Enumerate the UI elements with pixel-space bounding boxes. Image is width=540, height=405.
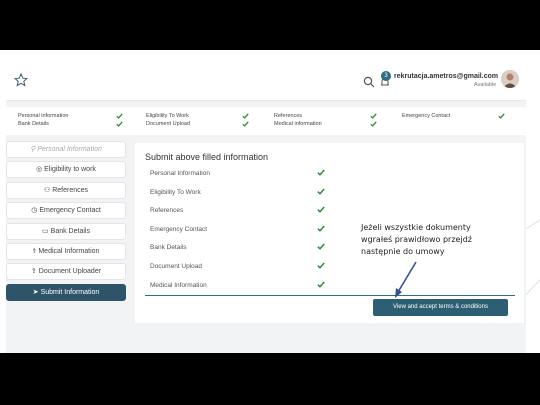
completion-summary: Personal information Bank Details Eligibil…	[6, 107, 526, 135]
check-icon	[317, 206, 325, 214]
nav-item[interactable]: ◷ Emergency Contact	[6, 202, 126, 220]
nav-item-label: Eligibility to work	[44, 166, 96, 174]
nav-item-label: Emergency Contact	[39, 207, 101, 215]
star-icon[interactable]	[14, 73, 28, 87]
app-window: 3 rekrutacja.ametros@gmail.com Available…	[6, 63, 526, 353]
clock-icon: ◷	[31, 207, 38, 215]
annotation-line: Jeżeli wszystkie dokumenty	[361, 223, 471, 232]
nav-item[interactable]: ◎ Eligibility to work	[6, 161, 126, 179]
nav-item[interactable]: ➤ Submit Information	[6, 283, 126, 301]
check-icon	[370, 121, 377, 127]
summary-item-label: Personal information	[18, 113, 69, 119]
review-row-label: References	[150, 207, 184, 215]
summary-item-label: Bank Details	[18, 121, 49, 127]
view-terms-button[interactable]: View and accept terms & conditions	[373, 299, 508, 316]
medical-icon: ⚕	[32, 248, 37, 255]
nav-item-label: Medical Information	[38, 248, 100, 255]
slide-canvas: 3 rekrutacja.ametros@gmail.com Available…	[0, 50, 540, 353]
send-icon: ➤	[32, 288, 39, 296]
user-status: Available	[474, 82, 497, 88]
notification-badge: 3	[381, 71, 391, 81]
top-bar: 3 rekrutacja.ametros@gmail.com Available	[6, 63, 526, 101]
nav-item-label: Document Uploader	[38, 268, 102, 276]
check-icon	[317, 188, 325, 195]
check-icon	[317, 262, 325, 269]
nav-item[interactable]: ⇪ Document Uploader	[6, 263, 126, 281]
card-icon: ▭	[42, 227, 49, 235]
nav-item[interactable]: ⚲ Personal Information	[6, 141, 126, 158]
divider	[145, 295, 515, 296]
review-row-label: Bank Details	[150, 244, 187, 252]
user-icon: ⚲	[30, 146, 36, 153]
search-icon[interactable]	[363, 76, 375, 88]
check-icon	[116, 121, 123, 127]
upload-icon: ⇪	[30, 268, 37, 276]
check-icon	[498, 113, 505, 119]
review-row-label: Personal Information	[150, 170, 210, 177]
annotation-line: wgrałeś prawidłowo przejdź	[361, 235, 472, 244]
summary-item-label: Emergency Contact	[402, 113, 451, 119]
avatar[interactable]	[501, 70, 519, 88]
annotation-text: Jeżeli wszystkie dokumenty wgrałeś prawi…	[361, 222, 506, 258]
globe-icon: ◎	[36, 166, 43, 174]
review-row-label: Eligibility To Work	[150, 188, 201, 196]
nav-item-label: Submit Information	[40, 288, 100, 296]
nav-item[interactable]: ⚇ References	[6, 181, 126, 199]
nav-item[interactable]: ▭ Bank Details	[6, 222, 126, 240]
summary-item-label: Medical information	[274, 121, 322, 127]
review-row-label: Emergency Contact	[150, 225, 208, 233]
panel-title: Submit above filled information	[145, 152, 269, 162]
check-icon	[242, 121, 249, 127]
check-icon	[317, 243, 325, 251]
check-icon	[317, 169, 325, 176]
nav-item-label: Personal Information	[37, 146, 102, 153]
summary-item-label: Document Upload	[146, 121, 191, 127]
users-icon: ⚇	[43, 186, 51, 194]
review-row-label: Document Upload	[150, 263, 203, 270]
check-icon	[317, 225, 325, 232]
nav-item-label: References	[52, 186, 89, 194]
check-icon	[242, 113, 249, 119]
user-email: rekrutacja.ametros@gmail.com	[394, 73, 499, 80]
annotation-line: następnie do umowy	[361, 247, 445, 256]
check-icon	[317, 281, 325, 288]
summary-item-label: Eligibility To Work	[146, 113, 189, 119]
check-icon	[116, 113, 123, 119]
review-row-label: Medical Information	[150, 281, 207, 289]
summary-item-label: References	[274, 113, 303, 119]
check-icon	[370, 113, 377, 119]
nav-item-label: Bank Details	[50, 227, 90, 235]
nav-item[interactable]: ⚕ Medical Information	[6, 243, 126, 260]
